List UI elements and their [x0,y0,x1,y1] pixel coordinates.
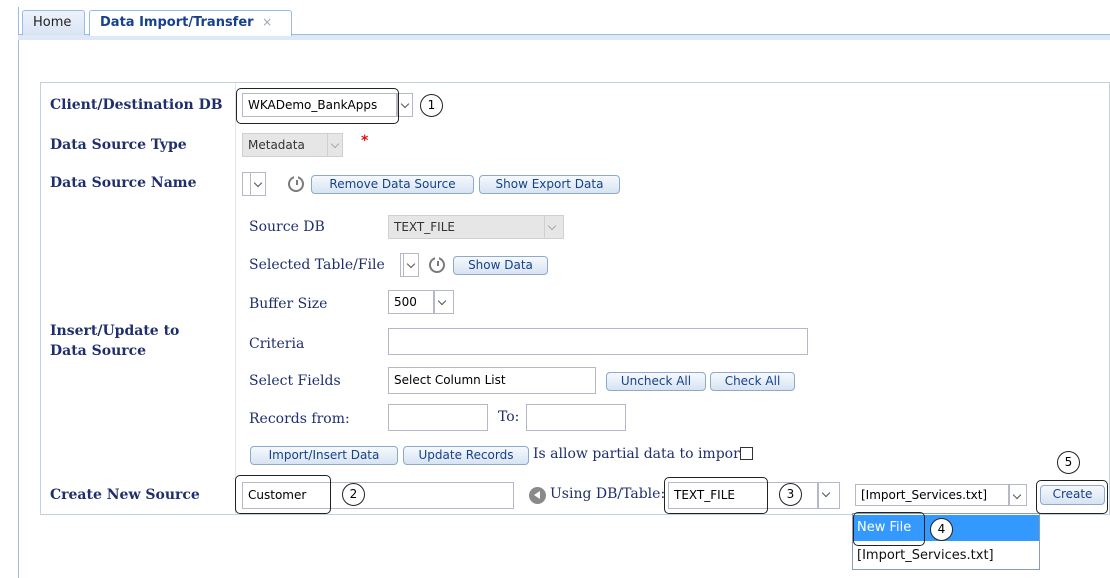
annotation-highlight-3 [664,477,768,514]
annotation-marker-5: 5 [1057,451,1080,474]
check-all-button[interactable]: Check All [710,372,795,391]
source-type-select[interactable]: Metadata [242,133,328,157]
annotation-marker-1: 1 [420,94,443,117]
uncheck-all-button[interactable]: Uncheck All [606,372,706,391]
back-arrow-icon[interactable] [529,487,546,504]
partial-import-label: Is allow partial data to import? [533,446,753,462]
required-marker: * [361,133,369,149]
chevron-down-icon[interactable] [250,172,266,196]
client-db-label: Client/Destination DB [50,97,223,113]
source-name-select[interactable] [242,172,250,196]
source-db-label: Source DB [249,219,325,235]
criteria-input[interactable] [388,328,808,355]
tab-home-label: Home [33,15,72,30]
annotation-marker-4: 4 [930,518,953,541]
chevron-down-icon[interactable] [327,133,343,157]
criteria-label: Criteria [249,336,305,352]
records-from-input[interactable] [388,404,488,431]
refresh-icon[interactable] [429,256,445,273]
source-type-label: Data Source Type [50,137,187,153]
partial-import-checkbox[interactable] [740,447,753,460]
source-name-label: Data Source Name [50,175,197,191]
show-data-button[interactable]: Show Data [453,256,548,275]
annotation-highlight-4 [853,512,925,546]
chevron-down-icon[interactable] [544,215,564,239]
annotation-marker-2: 2 [342,483,365,506]
show-export-data-button[interactable]: Show Export Data [479,175,620,194]
insert-update-label: Insert/Update to [50,323,180,339]
buffer-size-select[interactable]: 500 [388,290,434,314]
create-new-source-label: Create New Source [50,487,200,503]
annotation-highlight-1 [236,88,399,124]
using-file-select[interactable]: [Import_Services.txt] [855,484,1009,506]
panel-left-border [18,7,19,578]
using-db-table-label: Using DB/Table: [550,486,666,502]
select-fields-label: Select Fields [249,373,341,389]
tab-bar: Home Data Import/Transfer × [0,0,1110,578]
chevron-down-icon[interactable] [1009,484,1027,506]
records-from-label: Records from: [249,411,350,427]
chevron-down-icon[interactable] [397,93,413,117]
tab-data-import-label: Data Import/Transfer [100,15,254,30]
annotation-highlight-5 [1036,480,1108,514]
source-db-select[interactable]: TEXT_FILE [388,215,545,239]
records-to-label: To: [498,409,520,425]
chevron-down-icon[interactable] [818,482,840,509]
import-insert-data-button[interactable]: Import/Insert Data [250,446,398,465]
records-to-input[interactable] [526,404,626,431]
remove-data-source-button[interactable]: Remove Data Source [311,175,474,194]
label-column-divider [235,83,236,514]
annotation-highlight-2 [235,475,331,514]
update-records-button[interactable]: Update Records [403,446,529,465]
refresh-icon[interactable] [288,175,304,192]
select-fields-input[interactable]: Select Column List [388,367,596,394]
chevron-down-icon[interactable] [403,253,419,277]
chevron-down-icon[interactable] [434,290,454,314]
selected-table-label: Selected Table/File [249,257,385,273]
tab-home[interactable]: Home [22,10,85,35]
insert-update-label-2: Data Source [50,343,147,359]
dropdown-option-import-services[interactable]: [Import_Services.txt] [853,543,1039,569]
buffer-size-label: Buffer Size [249,296,328,312]
annotation-marker-3: 3 [779,483,802,506]
tab-data-import-transfer[interactable]: Data Import/Transfer × [89,10,292,36]
close-icon[interactable]: × [262,15,272,29]
